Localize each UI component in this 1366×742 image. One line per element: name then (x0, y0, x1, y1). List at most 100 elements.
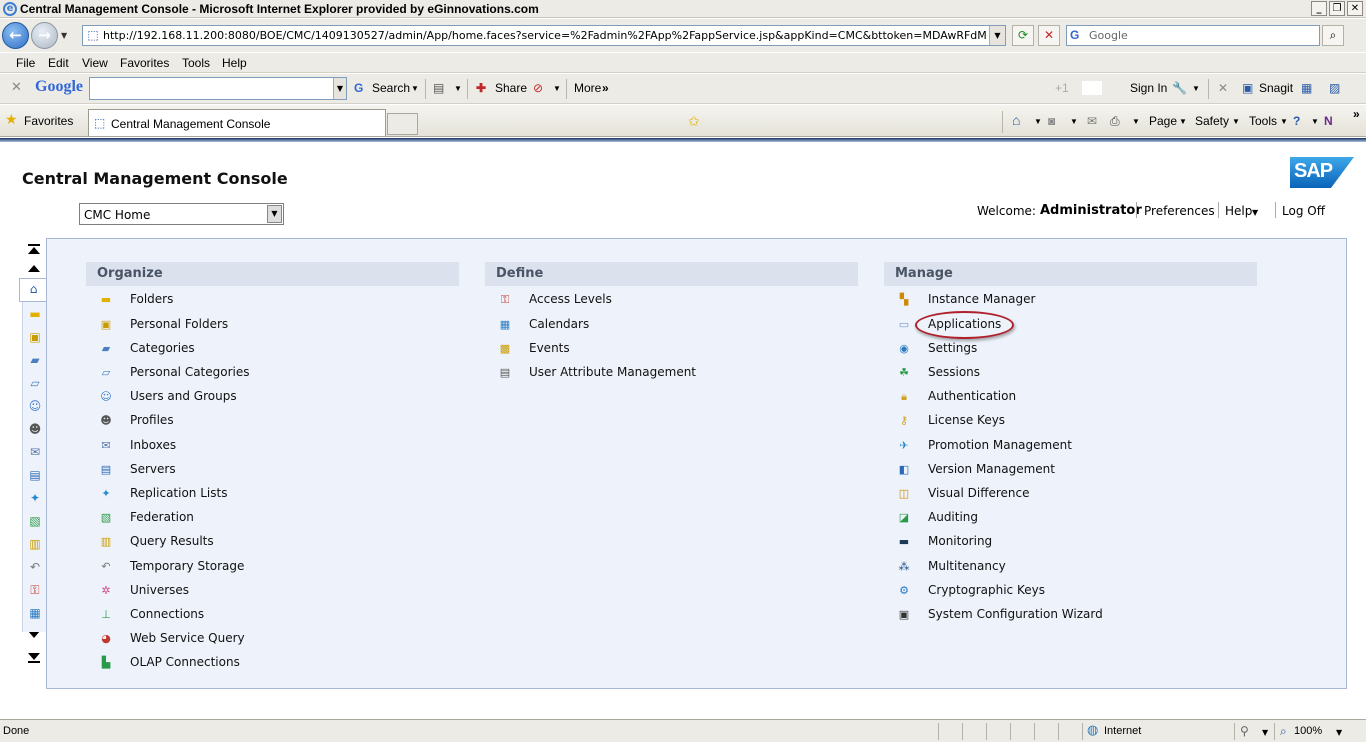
stop-button[interactable]: ✕ (1038, 25, 1060, 46)
side-tab-calendar-icon[interactable]: ▦ (25, 603, 45, 623)
side-tab-replication-icon[interactable]: ✦ (25, 488, 45, 508)
menu-edit[interactable]: Edit (48, 56, 69, 70)
help-link[interactable]: Help (1225, 204, 1252, 218)
address-url[interactable]: http://192.168.11.200:8080/BOE/CMC/14091… (103, 29, 987, 42)
safety-menu[interactable]: Safety (1195, 114, 1229, 128)
tools-menu[interactable]: Tools (1249, 114, 1277, 128)
snagit-capture-icon[interactable]: ▦ (1301, 81, 1312, 95)
print-dropdown-icon[interactable]: ▼ (1132, 117, 1140, 126)
side-tab-query-results-icon[interactable]: ▥ (25, 534, 45, 554)
tools-dropdown-icon[interactable]: ▼ (1280, 117, 1288, 126)
address-bar[interactable]: ⬚ http://192.168.11.200:8080/BOE/CMC/140… (82, 25, 1006, 46)
share-button[interactable]: Share (495, 81, 527, 95)
side-tab-categories-icon[interactable]: ▰ (25, 350, 45, 370)
wrench-icon[interactable]: 🔧 (1172, 81, 1187, 95)
cmc-navigation-select[interactable]: CMC Home ▼ (79, 203, 284, 225)
popup-dropdown-icon[interactable]: ▼ (553, 84, 561, 93)
side-tab-temporary-storage-icon[interactable]: ↶ (25, 557, 45, 577)
profiles-icon: ☻ (100, 414, 112, 427)
popup-blocker-icon[interactable]: ⊘ (533, 81, 543, 95)
page-dropdown-icon[interactable]: ▼ (1179, 117, 1187, 126)
snagit-editor-icon[interactable]: ▨ (1329, 81, 1340, 95)
close-google-toolbar-icon[interactable]: ✕ (1218, 81, 1228, 95)
print-icon[interactable]: ⎙ (1110, 114, 1120, 129)
sign-in-button[interactable]: Sign In (1130, 81, 1167, 95)
scroll-to-top-icon[interactable] (28, 247, 40, 254)
chevron-down-icon[interactable]: ▼ (267, 205, 282, 223)
layout-dropdown-icon[interactable]: ▼ (454, 84, 462, 93)
zoom-level[interactable]: 100% (1294, 725, 1322, 737)
menu-help[interactable]: Help (222, 56, 247, 70)
scroll-to-bottom-icon[interactable] (28, 653, 40, 660)
favorites-button[interactable]: Favorites (24, 114, 73, 128)
google-search-dropdown-icon[interactable]: ▼ (333, 78, 346, 99)
temporary-storage-icon: ↶ (101, 560, 111, 573)
refresh-button[interactable]: ⟳ (1012, 25, 1034, 46)
restore-button[interactable]: ❐ (1329, 1, 1345, 16)
mail-icon[interactable]: ✉ (1087, 114, 1097, 128)
forward-button[interactable]: → (31, 22, 58, 49)
link-label: Categories (130, 341, 195, 355)
protected-mode-dropdown-icon[interactable]: ▼ (1262, 728, 1268, 737)
home-dropdown-icon[interactable]: ▼ (1034, 117, 1042, 126)
preferences-link[interactable]: Preferences (1144, 204, 1215, 218)
page-menu[interactable]: Page (1149, 114, 1177, 128)
side-tab-personal-folders-icon[interactable]: ▣ (25, 327, 45, 347)
close-window-button[interactable]: ✕ (1347, 1, 1363, 16)
scroll-up-icon[interactable] (28, 265, 40, 272)
tab-cmc[interactable]: ⬚ Central Management Console (88, 109, 386, 136)
plus-one-icon[interactable]: +1 (1055, 81, 1069, 95)
google-search-input[interactable]: ▼ (89, 77, 347, 100)
menu-favorites[interactable]: Favorites (120, 56, 169, 70)
menu-file[interactable]: File (16, 56, 35, 70)
logoff-link[interactable]: Log Off (1282, 204, 1325, 218)
federation-icon: ▧ (100, 511, 112, 524)
zoom-dropdown-icon[interactable]: ▼ (1336, 728, 1342, 737)
new-tab-button[interactable] (387, 113, 418, 135)
help-icon[interactable]: ? (1293, 114, 1300, 128)
page-layout-icon[interactable]: ▤ (433, 81, 444, 95)
side-tab-servers-icon[interactable]: ▤ (25, 465, 45, 485)
universes-icon: ✲ (101, 584, 111, 597)
search-box[interactable]: G Google (1066, 25, 1320, 46)
section-title-manage: Manage (895, 266, 953, 281)
crypto-keys-icon: ⚙ (899, 584, 909, 597)
link-label: Settings (928, 341, 978, 355)
side-tab-home-icon[interactable]: ⌂ (19, 278, 47, 302)
more-button[interactable]: More (574, 81, 601, 95)
scroll-down-icon[interactable] (28, 631, 40, 638)
address-dropdown-icon[interactable]: ▼ (989, 26, 1005, 45)
safety-dropdown-icon[interactable]: ▼ (1232, 117, 1240, 126)
history-dropdown-icon[interactable]: ▼ (61, 31, 67, 40)
zoom-icon[interactable]: ⌕ (1280, 724, 1287, 739)
side-tab-inbox-icon[interactable]: ✉ (25, 442, 45, 462)
wrench-dropdown-icon[interactable]: ▼ (1192, 84, 1200, 93)
menu-tools[interactable]: Tools (182, 56, 210, 70)
minimize-button[interactable]: _ (1311, 1, 1327, 16)
home-icon[interactable]: ⌂ (1012, 112, 1020, 128)
side-tab-folders-icon[interactable]: ▬ (25, 304, 45, 324)
add-favorites-icon[interactable]: ✩ (688, 113, 700, 130)
monitoring-icon: ▬ (898, 535, 910, 548)
help-dropdown-icon[interactable]: ▼ (1311, 117, 1319, 126)
menu-view[interactable]: View (82, 56, 108, 70)
search-icon[interactable]: ⌕ (1322, 25, 1344, 46)
side-tab-profiles-icon[interactable]: ☻ (25, 419, 45, 439)
google-search-button[interactable]: Search (372, 81, 410, 95)
search-dropdown-icon[interactable]: ▼ (411, 84, 419, 93)
protected-mode-icon[interactable]: ⚲ (1240, 724, 1249, 738)
side-tab-users-icon[interactable]: ☺ (25, 396, 45, 416)
onenote-icon[interactable]: N (1324, 114, 1333, 128)
help-dropdown-chevron-icon[interactable]: ▼ (1252, 208, 1258, 217)
feeds-dropdown-icon[interactable]: ▼ (1070, 117, 1078, 126)
side-tab-personal-categories-icon[interactable]: ▱ (25, 373, 45, 393)
side-tab-federation-icon[interactable]: ▧ (25, 511, 45, 531)
close-toolbar-icon[interactable]: ✕ (11, 80, 22, 95)
back-button[interactable]: ← (2, 22, 29, 49)
divider (1136, 202, 1137, 218)
section-title-organize: Organize (97, 266, 163, 281)
toolbar-overflow-icon[interactable]: » (1353, 107, 1360, 121)
feeds-icon[interactable]: ◙ (1048, 114, 1055, 128)
side-tab-access-levels-icon[interactable]: ⚿ (25, 580, 45, 600)
snagit-button[interactable]: Snagit (1259, 81, 1293, 95)
